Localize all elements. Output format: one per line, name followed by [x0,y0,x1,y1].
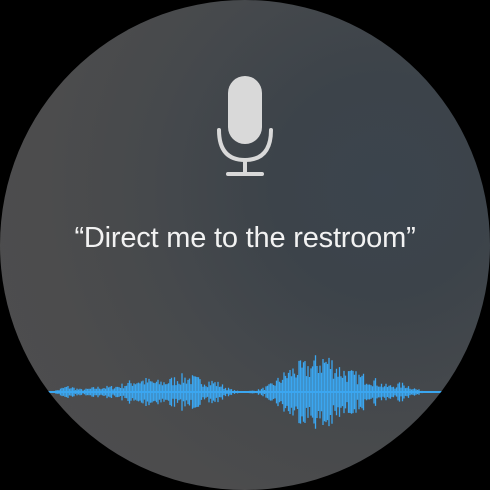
waveform-bars [49,355,441,429]
spoken-transcript: “Direct me to the restroom” [74,222,416,254]
microphone-icon[interactable] [214,74,276,178]
watch-screen: “Direct me to the restroom” [0,0,490,490]
audio-waveform [40,355,450,429]
